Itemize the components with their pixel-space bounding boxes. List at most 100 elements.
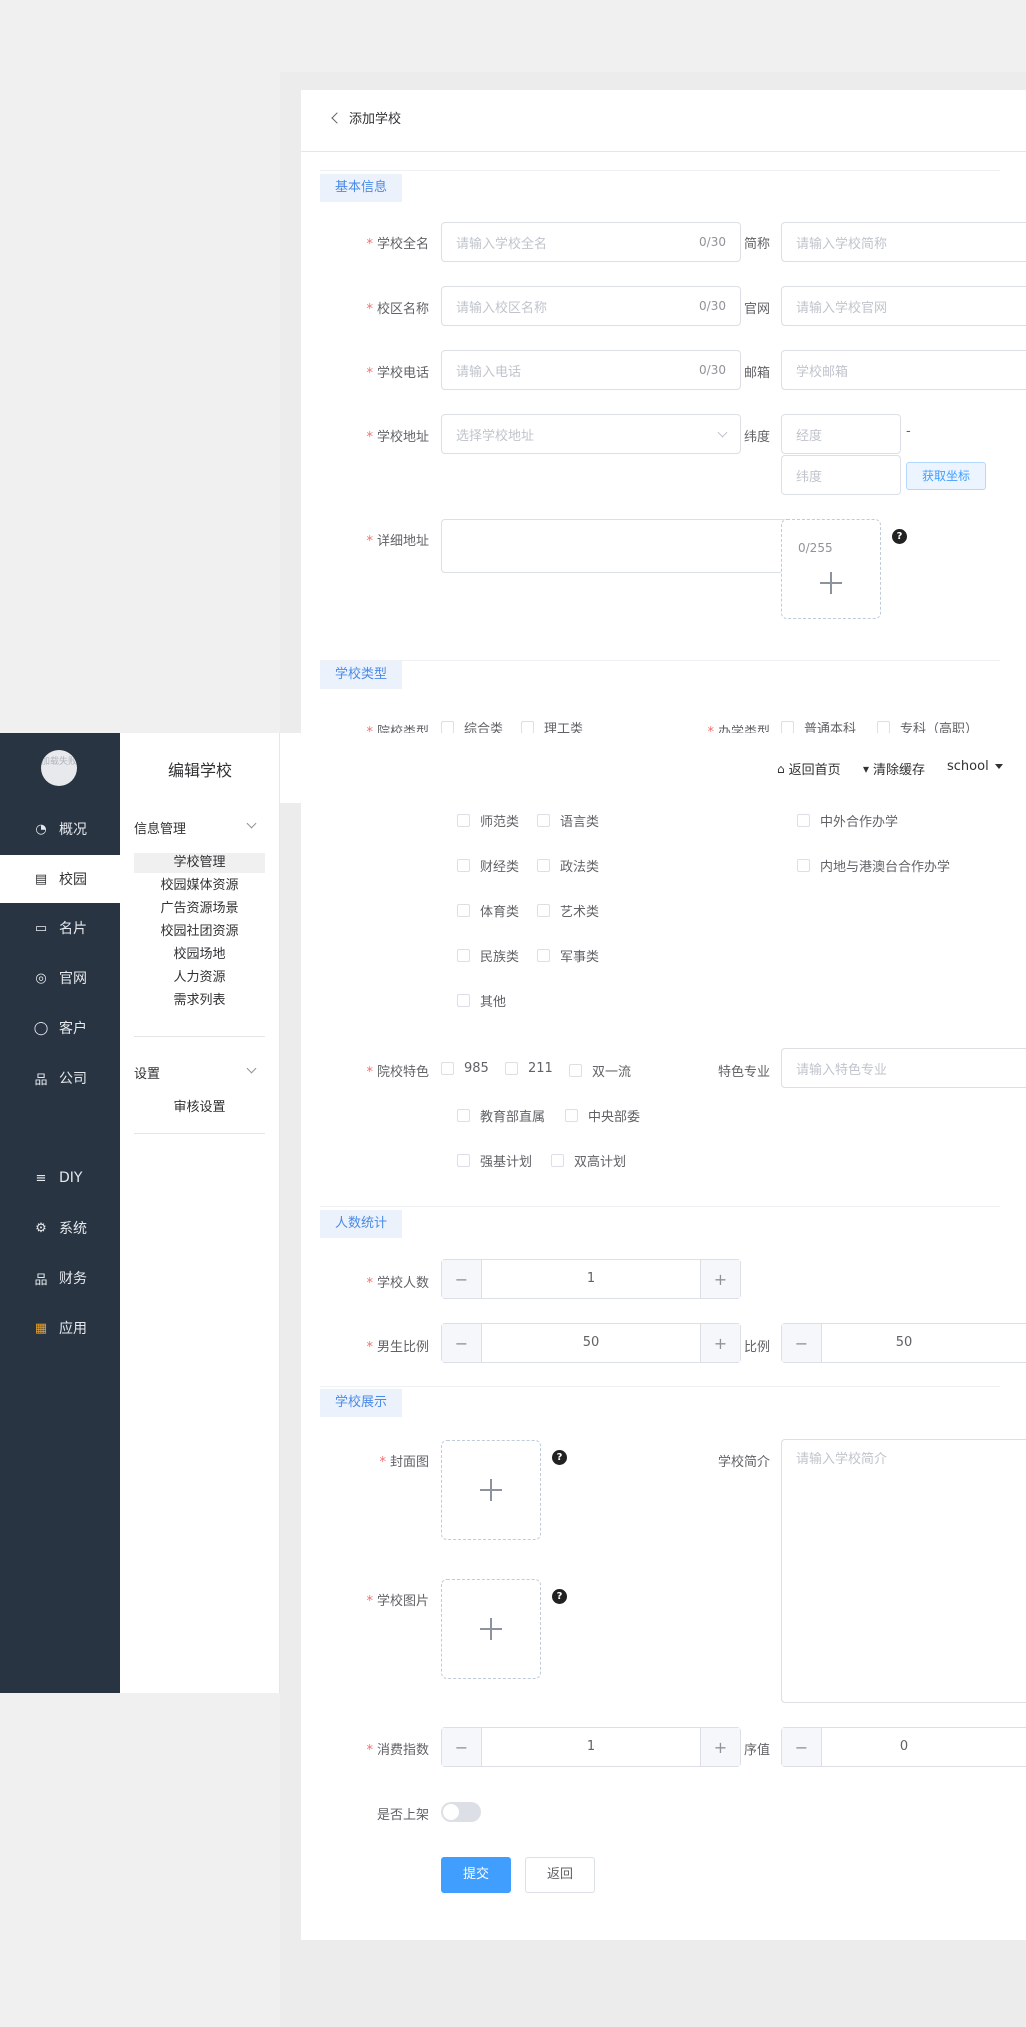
website-input[interactable]: 请输入学校官网: [781, 286, 1026, 326]
sort-stepper[interactable]: −0: [781, 1727, 1026, 1767]
checkbox-arts[interactable]: 艺术类: [537, 901, 599, 920]
checkbox-normal-school[interactable]: 师范类: [457, 811, 519, 830]
checkbox-law[interactable]: 政法类: [537, 856, 599, 875]
get-coords-button[interactable]: 获取坐标: [906, 462, 986, 490]
checkbox-military[interactable]: 军事类: [537, 946, 599, 965]
sidebar-item-label: 公司: [59, 1071, 87, 1087]
top-bar: ⌂ 返回首页 ▾ 清除缓存 school: [280, 733, 1026, 803]
detail-address-label: * 详细地址: [366, 534, 429, 549]
group-info-management[interactable]: 信息管理: [134, 818, 186, 837]
latitude-label: 纬度: [743, 430, 770, 445]
checkbox-moe[interactable]: 教育部直属: [457, 1106, 545, 1125]
short-name-input[interactable]: 请输入学校简称: [781, 222, 1026, 262]
checkbox-language[interactable]: 语言类: [537, 811, 599, 830]
sidebar-item-apps[interactable]: ▦ 应用: [0, 1304, 120, 1352]
caret-down-icon: [994, 764, 1003, 769]
checkbox-985[interactable]: 985: [441, 1061, 489, 1076]
minus-icon[interactable]: −: [782, 1728, 822, 1766]
ratio-label: 比例: [743, 1340, 770, 1355]
checkbox-sino-foreign[interactable]: 中外合作办学: [797, 811, 898, 830]
full-name-input[interactable]: 请输入学校全名 0/30: [441, 222, 741, 262]
checkbox-inst-row1-1[interactable]: 理工类: [521, 721, 583, 733]
sidebar-item-pie-chart[interactable]: ◔ 概况: [0, 805, 120, 853]
sort-label: 序值: [743, 1743, 770, 1758]
checkbox-double-high[interactable]: 双高计划: [551, 1151, 626, 1170]
subnav-item-clubs[interactable]: 校园社团资源: [134, 922, 265, 942]
subnav-item-venues[interactable]: 校园场地: [134, 945, 265, 965]
checkbox-211[interactable]: 211: [505, 1061, 553, 1076]
email-input[interactable]: 学校邮箱: [781, 350, 1026, 390]
checkbox-run-row1-0[interactable]: 普通本科: [781, 721, 856, 733]
detail-image-upload[interactable]: [781, 519, 881, 619]
male-ratio-stepper[interactable]: −50 +: [441, 1323, 741, 1363]
cover-upload[interactable]: [441, 1440, 541, 1540]
subnav-item-ads[interactable]: 广告资源场景: [134, 899, 265, 919]
intro-textarea[interactable]: 请输入学校简介: [781, 1439, 1026, 1703]
subnav-item-hr[interactable]: 人力资源: [134, 968, 265, 988]
avatar[interactable]: 加载失败: [41, 750, 77, 786]
sidebar-item-user[interactable]: ◯ 客户: [0, 1004, 120, 1052]
user-menu[interactable]: school: [947, 759, 1003, 774]
address-select[interactable]: 选择学校地址: [441, 414, 741, 454]
help-icon[interactable]: ?: [892, 529, 907, 544]
campus-input[interactable]: 请输入校区名称 0/30: [441, 286, 741, 326]
compass-icon: ◎: [35, 970, 47, 986]
minus-icon[interactable]: −: [442, 1728, 482, 1766]
campus-label: * 校区名称: [366, 302, 429, 317]
sidebar-item-gear[interactable]: ⚙ 系统: [0, 1204, 120, 1252]
checkbox-hk-macau-tw[interactable]: 内地与港澳台合作办学: [797, 856, 950, 875]
students-label: * 学校人数: [366, 1276, 429, 1291]
major-input[interactable]: 请输入特色专业: [781, 1048, 1026, 1088]
section-basic: 基本信息: [320, 174, 403, 202]
home-link[interactable]: ⌂ 返回首页: [777, 759, 841, 779]
checkbox-other[interactable]: 其他: [457, 991, 506, 1010]
subnav-item-review-settings[interactable]: 审核设置: [134, 1098, 265, 1118]
submit-button[interactable]: 提交: [441, 1857, 511, 1893]
full-name-label: * 学校全名: [366, 237, 429, 252]
sidebar-item-finance[interactable]: 品财务: [0, 1254, 120, 1302]
checkbox-strong-base[interactable]: 强基计划: [457, 1151, 532, 1170]
sidebar-item-building[interactable]: ▤ 校园: [0, 855, 120, 903]
sidebar-item-card[interactable]: ▭ 名片: [0, 904, 120, 952]
checkbox-ethnic[interactable]: 民族类: [457, 946, 519, 965]
checkbox-finance[interactable]: 财经类: [457, 856, 519, 875]
apps-icon: ▦: [34, 1320, 48, 1336]
help-icon[interactable]: ?: [552, 1450, 567, 1465]
phone-input[interactable]: 请输入电话 0/30: [441, 350, 741, 390]
plus-icon[interactable]: +: [700, 1324, 740, 1362]
ratio-stepper[interactable]: −50: [781, 1323, 1026, 1363]
subnav-item-school-management[interactable]: 学校管理: [134, 853, 265, 873]
chevron-down-icon: [246, 818, 257, 829]
checkbox-run-row1-1[interactable]: 专科（高职）: [877, 721, 978, 733]
publish-switch[interactable]: [441, 1802, 481, 1822]
longitude-input[interactable]: 经度: [781, 414, 901, 454]
minus-icon[interactable]: −: [442, 1324, 482, 1362]
checkbox-sports[interactable]: 体育类: [457, 901, 519, 920]
sidebar-item-label: 名片: [59, 921, 87, 937]
checkbox-double-first-class[interactable]: 双一流: [569, 1061, 631, 1080]
sidebar-item-org[interactable]: 品公司: [0, 1054, 120, 1102]
help-icon[interactable]: ?: [552, 1589, 567, 1604]
latitude-input[interactable]: 纬度: [781, 455, 901, 495]
card-icon: ▭: [34, 920, 48, 936]
students-stepper[interactable]: −1 +: [441, 1259, 741, 1299]
inst-type-label: * 院校类型: [366, 725, 429, 733]
sidebar-item-label: DIY: [59, 1170, 83, 1186]
group-settings[interactable]: 设置: [134, 1063, 160, 1082]
back-link[interactable]: 添加学校: [331, 108, 401, 127]
plus-icon[interactable]: +: [700, 1728, 740, 1766]
minus-icon[interactable]: −: [442, 1260, 482, 1298]
sidebar-item-compass[interactable]: ◎ 官网: [0, 954, 120, 1002]
subnav-item-media[interactable]: 校园媒体资源: [134, 876, 265, 896]
clear-cache-link[interactable]: ▾ 清除缓存: [863, 759, 925, 779]
minus-icon[interactable]: −: [782, 1324, 822, 1362]
plus-icon[interactable]: +: [700, 1260, 740, 1298]
subnav-item-demands[interactable]: 需求列表: [134, 991, 265, 1011]
checkbox-central-ministry[interactable]: 中央部委: [565, 1106, 640, 1125]
checkbox-inst-row1-0[interactable]: 综合类: [441, 721, 503, 733]
plus-icon: [820, 572, 842, 594]
back-button[interactable]: 返回: [525, 1857, 595, 1893]
sidebar-item-diy[interactable]: ≡ DIY: [0, 1154, 120, 1202]
images-upload[interactable]: [441, 1579, 541, 1679]
consume-stepper[interactable]: −1 +: [441, 1727, 741, 1767]
